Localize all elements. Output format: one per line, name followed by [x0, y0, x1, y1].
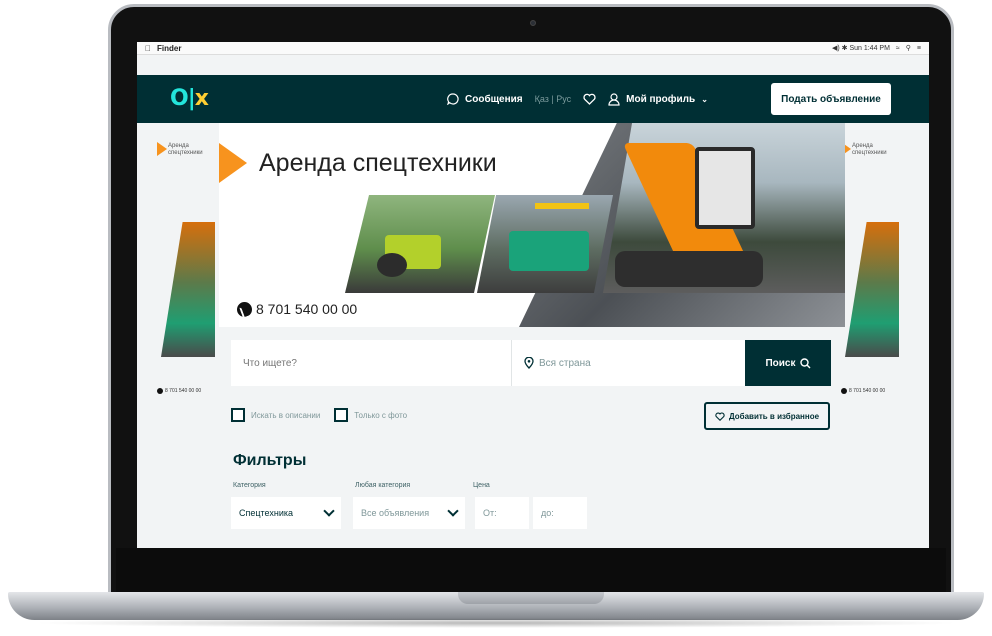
banner-phone: 8 701 540 00 00: [237, 301, 357, 317]
banner-phone-text: 8 701 540 00 00: [256, 301, 358, 317]
search-icon: [799, 357, 810, 368]
category-label: Категория: [233, 482, 266, 489]
profile-label: Мой профиль: [626, 93, 696, 105]
laptop-chin: [116, 548, 946, 594]
apple-icon[interactable]: : [145, 44, 151, 53]
phone-icon: [237, 301, 252, 317]
side-ad-text: Аренда спецтехники: [168, 143, 203, 156]
olx-logo[interactable]: O|x: [170, 86, 209, 111]
phone-icon: [157, 388, 163, 394]
price-from-input[interactable]: От:: [475, 497, 529, 529]
promo-banner[interactable]: Аренда спецтехники 8 701 540 00 00: [219, 123, 845, 327]
paver-machine: [509, 231, 589, 271]
subcategory-select[interactable]: Все объявления: [353, 497, 465, 529]
side-ad-phone-text: 8 701 540 00 00: [165, 388, 202, 394]
in-description-checkbox[interactable]: [231, 408, 245, 422]
photo-only-label: Только с фото: [354, 410, 408, 420]
profile-menu[interactable]: Мой профиль ⌄: [608, 92, 708, 106]
location-field[interactable]: Вся страна: [511, 340, 745, 386]
subcategory-value: Все объявления: [361, 508, 430, 518]
in-description-label: Искать в описании: [251, 410, 321, 420]
search-button[interactable]: Поиск: [745, 340, 831, 386]
add-favorite-label: Добавить в избранное: [728, 411, 820, 421]
search-bar: Вся страна Поиск: [231, 340, 831, 386]
site-header: O|x Сообщения Қаз | Рус Мой профиль ⌄ По…: [137, 75, 929, 123]
side-ad-photo: [845, 222, 899, 357]
any-category-label: Любая категория: [355, 482, 411, 489]
laptop-notch: [458, 592, 604, 604]
paver-roof: [535, 203, 589, 209]
menu-list-icon[interactable]: ≡: [917, 45, 921, 52]
menubar-status-text: ◀) ✱ Sun 1:44 PM: [831, 45, 890, 52]
header-nav: Сообщения Қаз | Рус Мой профиль ⌄: [447, 89, 708, 109]
banner-arrow-icon: [219, 143, 247, 183]
messages-link[interactable]: Сообщения: [447, 93, 523, 105]
chevron-down-icon: ⌄: [701, 94, 708, 104]
side-ad-right[interactable]: Аренда спецтехники 8 701 540 00 00: [841, 142, 899, 394]
laptop-shadow: [30, 618, 962, 628]
side-ad-phone: 8 701 540 00 00: [157, 388, 201, 394]
arrow-icon: [157, 142, 167, 156]
chevron-down-icon: [447, 505, 459, 517]
category-value: Спецтехника: [239, 508, 293, 518]
category-select[interactable]: Спецтехника: [231, 497, 341, 529]
wifi-icon[interactable]: ≈: [896, 45, 900, 52]
location-pin-icon: [524, 357, 534, 369]
screen:  Finder ◀) ✱ Sun 1:44 PM ≈ ⚲ ≡ O|x Сооб…: [137, 42, 929, 548]
location-value: Вся страна: [539, 357, 591, 369]
excavator-track: [615, 251, 763, 287]
messages-label: Сообщения: [465, 93, 523, 105]
roller-drum: [377, 253, 407, 277]
search-options: Искать в описании Только с фото: [231, 408, 407, 422]
banner-title: Аренда спецтехники: [259, 149, 497, 177]
side-ad-phone-text: 8 701 540 00 00: [849, 388, 886, 394]
add-favorite-button[interactable]: Добавить в избранное: [704, 402, 830, 430]
search-icon[interactable]: ⚲: [906, 44, 911, 52]
post-ad-button[interactable]: Подать объявление: [771, 83, 891, 115]
logo-text: O|: [170, 86, 196, 111]
chevron-down-icon: [323, 505, 335, 517]
side-ad-phone: 8 701 540 00 00: [841, 388, 885, 394]
language-switch[interactable]: Қаз | Рус: [535, 94, 572, 104]
photo-only-checkbox[interactable]: [334, 408, 349, 422]
heart-icon[interactable]: [583, 93, 596, 105]
menubar-app-name[interactable]: Finder: [157, 44, 181, 53]
price-to-input[interactable]: до:: [533, 497, 587, 529]
excavator-cab: [695, 147, 755, 229]
phone-icon: [841, 388, 847, 394]
search-button-label: Поиск: [765, 357, 796, 369]
chat-icon: [447, 93, 459, 105]
side-ad-text: Аренда спецтехники: [852, 143, 887, 156]
camera: [530, 20, 536, 26]
filter-labels: Категория Любая категория Цена: [233, 482, 633, 494]
search-input[interactable]: [231, 340, 511, 386]
logo-x: x: [194, 86, 209, 111]
menubar-status: ◀) ✱ Sun 1:44 PM ≈ ⚲ ≡: [831, 44, 921, 53]
filters-title: Фильтры: [233, 452, 307, 469]
user-icon: [608, 92, 620, 106]
price-label: Цена: [473, 482, 490, 489]
price-to-placeholder: до:: [541, 508, 554, 518]
side-ad-photo: [161, 222, 215, 357]
side-ad-left[interactable]: Аренда спецтехники 8 701 540 00 00: [157, 142, 215, 394]
heart-icon: [715, 411, 725, 421]
mac-menubar:  Finder ◀) ✱ Sun 1:44 PM ≈ ⚲ ≡: [137, 42, 929, 55]
price-from-placeholder: От:: [483, 508, 497, 518]
